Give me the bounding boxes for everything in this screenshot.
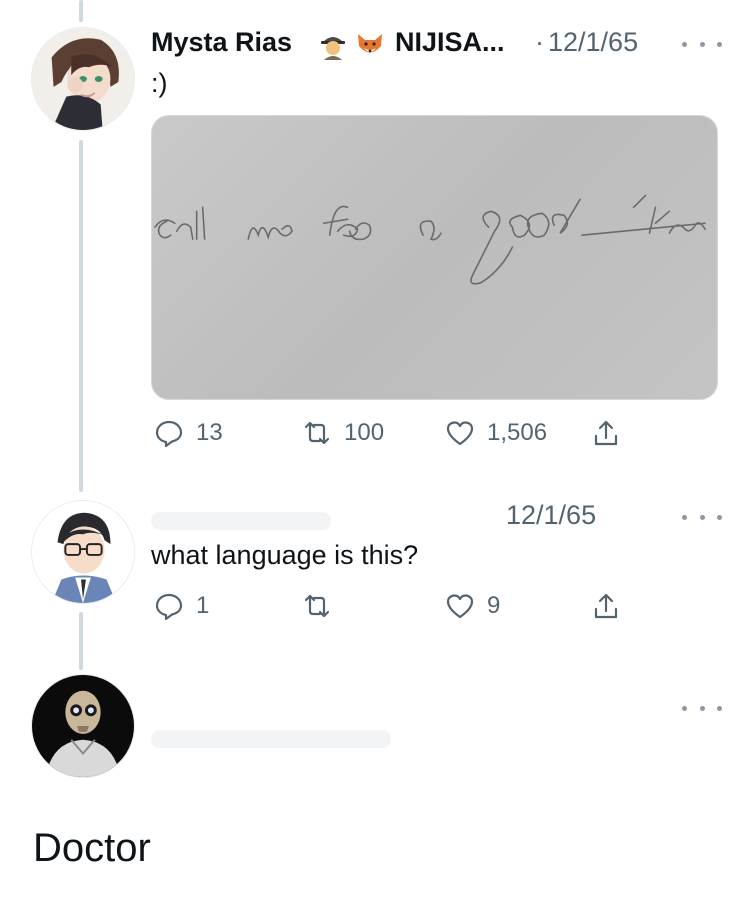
reply-button[interactable]: 13 [154, 418, 223, 448]
handle-truncated[interactable]: NIJISA... [395, 27, 505, 58]
retweet-button[interactable] [302, 591, 344, 621]
detective-emoji-icon [318, 30, 348, 60]
reply-button[interactable]: 1 [154, 591, 209, 621]
tweet-image[interactable] [151, 115, 718, 400]
reply-icon [155, 420, 183, 448]
like-count: 1,506 [487, 419, 548, 446]
retweet-icon [304, 594, 330, 618]
like-button[interactable]: 9 [445, 591, 500, 621]
like-count: 9 [487, 592, 501, 619]
heart-icon [446, 421, 474, 446]
thread-line-2 [79, 612, 83, 670]
more-options-icon[interactable] [682, 505, 722, 529]
more-options-icon[interactable] [682, 696, 722, 720]
separator-dot: · [535, 27, 544, 57]
thread-line-1 [79, 140, 83, 492]
fox-emoji-icon [355, 30, 385, 60]
like-button[interactable]: 1,506 [445, 418, 547, 448]
reply-count: 1 [196, 592, 210, 619]
caption-text: Doctor [33, 826, 151, 870]
tweet-time[interactable]: 12/1/65 [548, 27, 638, 58]
share-button[interactable] [591, 591, 621, 621]
share-icon [594, 420, 618, 446]
tweet-text: what language is this? [151, 540, 419, 570]
blurred-username [151, 730, 391, 748]
more-options-icon[interactable] [682, 32, 722, 56]
share-icon [594, 593, 618, 619]
tweet-text: :) [151, 68, 168, 98]
display-name[interactable]: Mysta Rias [151, 27, 292, 58]
tweet-time[interactable]: 12/1/65 [506, 500, 596, 531]
reply-icon [155, 593, 183, 621]
reply-count: 13 [196, 419, 223, 446]
retweet-icon [304, 421, 330, 445]
share-button[interactable] [591, 418, 621, 448]
avatar-reply-user[interactable] [31, 500, 135, 604]
avatar-skeleton-user[interactable] [31, 674, 135, 778]
thread-line-top [79, 0, 83, 22]
retweet-count: 100 [344, 419, 385, 446]
blurred-username [151, 512, 331, 530]
heart-icon [446, 594, 474, 619]
retweet-button[interactable]: 100 [302, 418, 384, 448]
avatar-mysta[interactable] [31, 27, 135, 131]
